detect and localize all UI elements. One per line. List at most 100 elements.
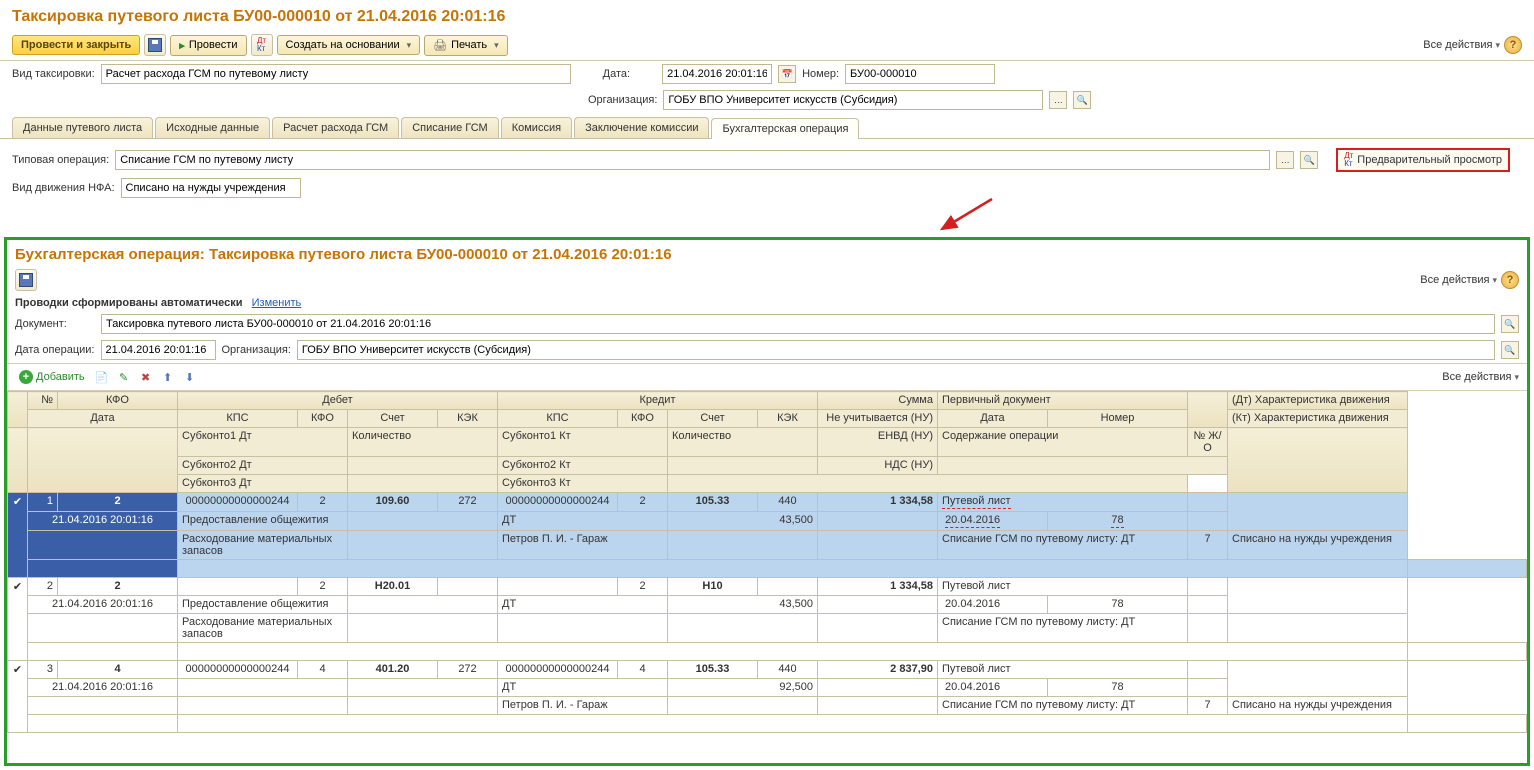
typical-op-select-icon[interactable]: … xyxy=(1276,151,1294,169)
post-button[interactable]: ▸Провести xyxy=(170,35,246,56)
col-d-kek[interactable]: КЭК xyxy=(438,410,498,428)
col-nds[interactable]: НДС (НУ) xyxy=(818,457,938,475)
col-envd[interactable]: ЕНВД (НУ) xyxy=(818,428,938,457)
col-dt-char[interactable]: (Дт) Характеристика движения xyxy=(1228,392,1408,410)
op-date-input[interactable] xyxy=(101,340,216,360)
calendar-icon[interactable]: 📅 xyxy=(778,65,796,83)
col-jo2[interactable]: № Ж/О xyxy=(1188,428,1228,457)
tab-accounting[interactable]: Бухгалтерская операция xyxy=(711,118,859,139)
copy-icon[interactable]: 📄 xyxy=(93,368,111,386)
change-link[interactable]: Изменить xyxy=(252,297,302,309)
preview-button[interactable]: ДтКт Предварительный просмотр xyxy=(1336,148,1510,172)
doc-search-icon[interactable]: 🔍 xyxy=(1501,315,1519,333)
col-num[interactable]: № xyxy=(28,392,58,410)
col-credit[interactable]: Кредит xyxy=(498,392,818,410)
tab-bar: Данные путевого листа Исходные данные Ра… xyxy=(0,113,1534,139)
delete-icon[interactable]: ✖ xyxy=(137,368,155,386)
tab-trip-data[interactable]: Данные путевого листа xyxy=(12,117,153,138)
panel-help-icon[interactable]: ? xyxy=(1501,271,1519,289)
col-nu[interactable]: Не учитывается (НУ) xyxy=(818,410,938,428)
col-debit[interactable]: Дебет xyxy=(178,392,498,410)
doc-input[interactable] xyxy=(101,314,1495,334)
number-input[interactable] xyxy=(845,64,995,84)
print-icon: 🖨 xyxy=(433,39,447,52)
tab-fuel-writeoff[interactable]: Списание ГСМ xyxy=(401,117,499,138)
create-based-button[interactable]: Создать на основании xyxy=(277,35,421,55)
col-kt-char[interactable]: (Кт) Характеристика движения xyxy=(1228,410,1408,428)
table-row[interactable]: Петров П. И. - Гараж Списание ГСМ по пут… xyxy=(8,697,1527,715)
dtkt-button[interactable]: ДтКт xyxy=(251,34,273,56)
all-actions-button[interactable]: Все действия xyxy=(1423,39,1500,51)
col-sum[interactable]: Сумма xyxy=(818,392,938,410)
col-qty2[interactable]: Количество xyxy=(668,428,818,457)
grid-all-actions-button[interactable]: Все действия xyxy=(1442,371,1519,383)
org-label: Организация: xyxy=(588,94,657,106)
col-date[interactable]: Дата xyxy=(28,410,178,428)
tab-conclusion[interactable]: Заключение комиссии xyxy=(574,117,709,138)
doc-label: Документ: xyxy=(15,318,95,330)
col-sub1k[interactable]: Субконто1 Кт xyxy=(498,428,668,457)
panel-all-actions-button[interactable]: Все действия xyxy=(1420,274,1497,286)
col-d-kfo[interactable]: КФО xyxy=(298,410,348,428)
move-down-icon[interactable]: ⬇ xyxy=(181,368,199,386)
accounting-panel: Бухгалтерская операция: Таксировка путев… xyxy=(4,237,1530,766)
col-k-kfo[interactable]: КФО xyxy=(618,410,668,428)
col-sub2d[interactable]: Субконто2 Дт xyxy=(178,457,348,475)
move-up-icon[interactable]: ⬆ xyxy=(159,368,177,386)
panel-org-search-icon[interactable]: 🔍 xyxy=(1501,341,1519,359)
col-k-kek[interactable]: КЭК xyxy=(758,410,818,428)
col-sub1d[interactable]: Субконто1 Дт xyxy=(178,428,348,457)
col-qty[interactable]: Количество xyxy=(348,428,498,457)
col-d-acc[interactable]: Счет xyxy=(348,410,438,428)
table-row[interactable] xyxy=(8,715,1527,733)
col-sub3k[interactable]: Субконто3 Кт xyxy=(498,475,668,493)
post-icon: ▸ xyxy=(179,39,185,52)
print-button[interactable]: 🖨Печать xyxy=(424,35,508,56)
col-sub2k[interactable]: Субконто2 Кт xyxy=(498,457,668,475)
number-label: Номер: xyxy=(802,68,839,80)
tab-fuel-calc[interactable]: Расчет расхода ГСМ xyxy=(272,117,399,138)
col-sub3d[interactable]: Субконто3 Дт xyxy=(178,475,348,493)
org-select-icon[interactable]: … xyxy=(1049,91,1067,109)
col-d-kps[interactable]: КПС xyxy=(178,410,298,428)
page-title: Таксировка путевого листа БУ00-000010 от… xyxy=(0,0,1534,30)
table-row[interactable] xyxy=(8,560,1527,578)
taxi-type-label: Вид таксировки: xyxy=(12,68,95,80)
floppy-icon xyxy=(148,38,162,52)
org-input[interactable] xyxy=(663,90,1043,110)
add-button[interactable]: +Добавить xyxy=(15,368,89,386)
save-button[interactable] xyxy=(144,34,166,56)
table-row[interactable]: ✔ 3 4 00000000000000244 4 401.20 272 000… xyxy=(8,661,1527,679)
table-row[interactable]: Расходование материальных запасов Списан… xyxy=(8,614,1527,643)
edit-icon[interactable]: ✎ xyxy=(115,368,133,386)
entries-grid[interactable]: № КФО Дебет Кредит Сумма Первичный докум… xyxy=(7,391,1527,733)
col-k-kps[interactable]: КПС xyxy=(498,410,618,428)
post-close-button[interactable]: Провести и закрыть xyxy=(12,35,140,55)
table-row[interactable]: ✔ 1 2 00000000000000244 2 109.60 272 000… xyxy=(8,493,1527,512)
col-pdate[interactable]: Дата xyxy=(938,410,1048,428)
table-row[interactable]: ✔ 2 2 2 Н20.01 2 Н10 1 334,58 Путевой ли… xyxy=(8,578,1527,596)
col-prim[interactable]: Первичный документ xyxy=(938,392,1188,410)
typical-op-search-icon[interactable]: 🔍 xyxy=(1300,151,1318,169)
help-icon[interactable]: ? xyxy=(1504,36,1522,54)
typical-op-label: Типовая операция: xyxy=(12,154,109,166)
panel-save-button[interactable] xyxy=(15,269,37,291)
col-jo[interactable] xyxy=(1188,392,1228,428)
typical-op-input[interactable] xyxy=(115,150,1270,170)
panel-org-input[interactable] xyxy=(297,340,1495,360)
date-input[interactable] xyxy=(662,64,772,84)
dtkt-icon: ДтКт xyxy=(257,37,266,53)
floppy-icon xyxy=(19,273,33,287)
org-search-icon[interactable]: 🔍 xyxy=(1073,91,1091,109)
col-kfo[interactable]: КФО xyxy=(58,392,178,410)
table-row[interactable]: Расходование материальных запасов Петров… xyxy=(8,531,1527,560)
table-row[interactable] xyxy=(8,643,1527,661)
panel-title: Бухгалтерская операция: Таксировка путев… xyxy=(7,240,1527,265)
col-content[interactable]: Содержание операции xyxy=(938,428,1188,457)
nfa-input[interactable] xyxy=(121,178,301,198)
taxi-type-input[interactable] xyxy=(101,64,571,84)
tab-source-data[interactable]: Исходные данные xyxy=(155,117,270,138)
col-pnum[interactable]: Номер xyxy=(1048,410,1188,428)
tab-commission[interactable]: Комиссия xyxy=(501,117,572,138)
col-k-acc[interactable]: Счет xyxy=(668,410,758,428)
